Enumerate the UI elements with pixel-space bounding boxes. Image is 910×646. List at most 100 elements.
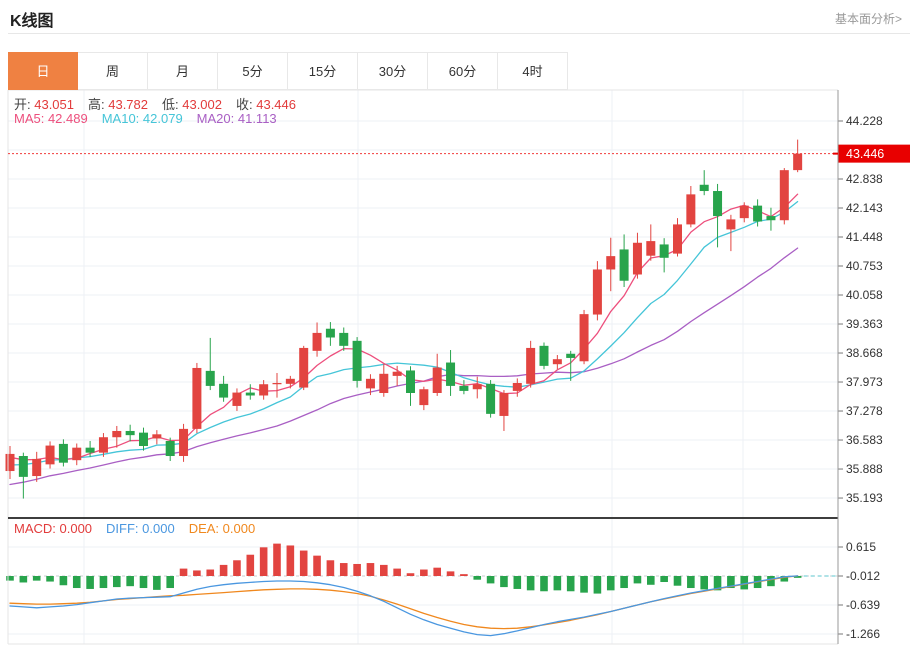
candle-body-down: [566, 354, 575, 358]
y-axis-label: 39.363: [846, 317, 883, 331]
candle-body-up: [46, 446, 55, 465]
macd-legend: MACD: 0.000DIFF: 0.000DEA: 0.000: [14, 521, 269, 536]
macd-bar-negative: [580, 576, 588, 593]
candle-body-down: [406, 370, 415, 393]
macd-bar-negative: [500, 576, 508, 587]
candle-body-down: [620, 249, 629, 280]
macd-bar-positive: [407, 573, 415, 576]
tab-5min[interactable]: 5分: [218, 52, 288, 90]
macd-bar-negative: [73, 576, 81, 588]
tab-day[interactable]: 日: [8, 52, 78, 90]
macd-bar-negative: [607, 576, 615, 590]
candle-body-down: [660, 244, 669, 257]
macd-bar-negative: [567, 576, 575, 591]
macd-bar-negative: [647, 576, 655, 585]
candle-body-up: [299, 348, 308, 388]
macd-bar-positive: [327, 560, 335, 576]
macd-bar-negative: [527, 576, 535, 590]
macd-item: MACD: 0.000: [14, 521, 92, 536]
tab-4hour[interactable]: 4时: [498, 52, 568, 90]
candle-body-up: [433, 368, 442, 393]
macd-bar-negative: [540, 576, 548, 591]
candle-body-up: [273, 383, 282, 384]
header-divider: [8, 33, 910, 34]
candle-body-up: [499, 393, 508, 416]
macd-bar-positive: [180, 569, 188, 576]
macd-bar-negative: [473, 576, 481, 580]
candle-body-down: [459, 386, 468, 391]
candle-body-up: [286, 379, 295, 384]
candle-body-up: [633, 243, 642, 275]
candle-body-up: [259, 384, 268, 395]
fundamental-analysis-link[interactable]: 基本面分析>: [835, 10, 902, 27]
macd-bar-negative: [594, 576, 602, 594]
macd-bar-positive: [420, 570, 428, 576]
candle-body-down: [139, 433, 148, 446]
macd-bar-negative: [514, 576, 522, 589]
macd-bar-positive: [380, 565, 388, 576]
macd-bar-positive: [367, 563, 375, 576]
macd-bar-positive: [247, 555, 255, 576]
ma-item: MA5: 42.489: [14, 111, 88, 126]
candle-body-up: [580, 314, 589, 361]
candle-body-up: [313, 333, 322, 351]
candle-body-up: [366, 379, 375, 389]
macd-bar-positive: [273, 544, 281, 576]
candle-body-up: [72, 448, 81, 461]
tab-15min[interactable]: 15分: [288, 52, 358, 90]
candle-body-up: [793, 154, 802, 170]
ohlc-item: 开: 43.051: [14, 97, 74, 112]
macd-bar-positive: [287, 545, 295, 576]
macd-bar-negative: [100, 576, 108, 588]
tab-60min[interactable]: 60分: [428, 52, 498, 90]
candle-body-down: [766, 216, 775, 220]
macd-bar-positive: [300, 551, 308, 576]
macd-bar-positive: [353, 564, 361, 576]
macd-bar-positive: [233, 560, 241, 576]
candle-body-up: [673, 224, 682, 253]
macd-axis-label: 0.615: [846, 540, 876, 554]
y-axis-label: 44.228: [846, 114, 883, 128]
tab-30min[interactable]: 30分: [358, 52, 428, 90]
candle-body-up: [686, 194, 695, 224]
candle-body-down: [446, 363, 455, 386]
tab-month[interactable]: 月: [148, 52, 218, 90]
candle-body-down: [700, 185, 709, 191]
tab-week[interactable]: 周: [78, 52, 148, 90]
ma-item: MA10: 42.079: [102, 111, 183, 126]
macd-bar-positive: [393, 569, 401, 576]
candle-body-up: [513, 383, 522, 391]
period-tabs: 日周月5分15分30分60分4时: [8, 52, 568, 90]
macd-bar-negative: [660, 576, 668, 582]
y-axis-label: 36.583: [846, 433, 883, 447]
candle-body-down: [166, 441, 175, 456]
macd-axis-label: -0.012: [846, 569, 880, 583]
candle-body-up: [606, 256, 615, 269]
macd-item: DIFF: 0.000: [106, 521, 175, 536]
macd-bar-negative: [767, 576, 775, 586]
y-axis-label: 38.668: [846, 346, 883, 360]
macd-bar-negative: [20, 576, 28, 582]
candle-body-up: [6, 454, 15, 471]
candle-body-up: [419, 389, 428, 405]
macd-bar-positive: [447, 571, 455, 576]
y-axis-label: 40.058: [846, 288, 883, 302]
ma-legend: MA5: 42.489MA10: 42.079MA20: 41.113: [14, 111, 291, 126]
candle-body-up: [473, 384, 482, 389]
candle-body-down: [486, 384, 495, 414]
y-axis-label: 37.973: [846, 375, 883, 389]
page-title: K线图: [10, 7, 54, 31]
candle-body-up: [99, 437, 108, 452]
candle-body-down: [19, 456, 28, 477]
macd-bar-positive: [340, 563, 348, 576]
macd-axis-label: -1.266: [846, 627, 880, 641]
candle-body-up: [32, 459, 41, 476]
candle-body-down: [206, 371, 215, 386]
macd-bar-negative: [153, 576, 161, 590]
candle-body-up: [379, 374, 388, 393]
macd-axis-label: -0.639: [846, 598, 880, 612]
y-axis-label: 35.888: [846, 462, 883, 476]
candle-body-up: [179, 429, 188, 456]
y-axis-label: 41.448: [846, 230, 883, 244]
macd-bar-negative: [554, 576, 562, 590]
